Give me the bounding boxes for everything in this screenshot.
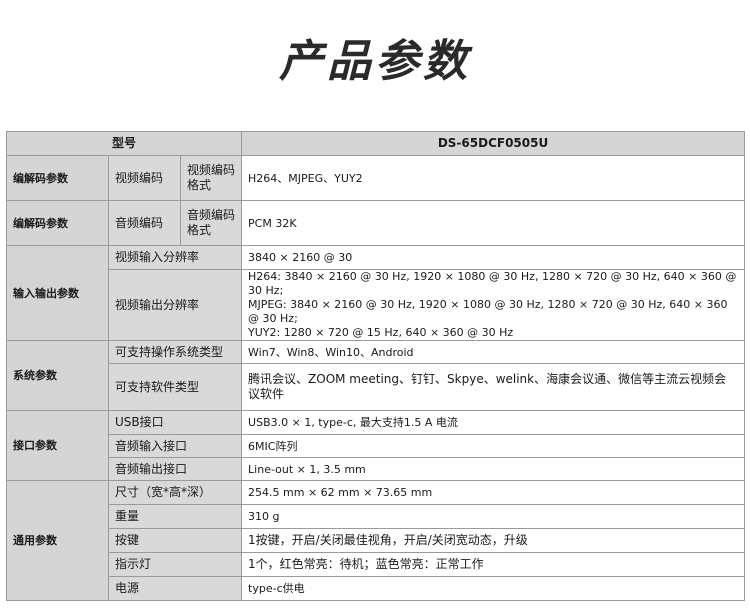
- param-value: 1按键，开启/关闭最佳视角，开启/关闭宽动态，升级: [241, 528, 746, 553]
- param-label: USB接口: [107, 410, 243, 435]
- category-label: 通用参数: [6, 480, 109, 601]
- param-label: 重量: [107, 504, 243, 529]
- table-row: 指示灯 1个，红色常亮：待机；蓝色常亮：正常工作: [7, 552, 746, 577]
- param-value: 254.5 mm × 62 mm × 73.65 mm: [241, 480, 746, 505]
- table-row: 重量 310 g: [7, 504, 746, 529]
- model-number: DS-65DCF0505U: [241, 131, 746, 156]
- page-title: 产品参数: [279, 36, 471, 87]
- param-label: 可支持软件类型: [107, 363, 243, 411]
- table-row: 音频输入接口 6MIC阵列: [7, 434, 746, 458]
- param-value: 腾讯会议、ZOOM meeting、钉钉、Skpye、welink、海康会议通、…: [241, 363, 746, 411]
- param-value: Win7、Win8、Win10、Android: [241, 340, 746, 364]
- param-label: 按键: [107, 528, 243, 553]
- table-row: 按键 1按键，开启/关闭最佳视角，开启/关闭宽动态，升级: [7, 528, 746, 553]
- table-row: 视频输出分辨率 H264: 3840 × 2160 @ 30 Hz, 1920 …: [7, 269, 746, 341]
- param-value: 3840 × 2160 @ 30: [241, 245, 746, 270]
- param-value: H264、MJPEG、YUY2: [241, 155, 746, 201]
- table-row: 通用参数 尺寸（宽*高*深） 254.5 mm × 62 mm × 73.65 …: [6, 480, 746, 601]
- param-label: 音频编码: [108, 200, 181, 246]
- table-row: 编解码参数 音频编码 音频编码格式 PCM 32K: [6, 200, 746, 246]
- output-line: MJPEG: 3840 × 2160 @ 30 Hz, 1920 × 1080 …: [248, 298, 728, 325]
- param-value: USB3.0 × 1, type-c, 最大支持1.5 A 电流: [241, 410, 746, 435]
- table-row: 输入输出参数 视频输入分辨率 3840 × 2160 @ 30: [6, 245, 746, 341]
- param-value: 1个，红色常亮：待机；蓝色常亮：正常工作: [241, 552, 746, 577]
- param-label: 音频输入接口: [107, 434, 243, 458]
- param-label: 音频编码格式: [179, 200, 243, 246]
- param-value: Line-out × 1, 3.5 mm: [241, 457, 746, 481]
- output-line: YUY2: 1280 × 720 @ 15 Hz, 640 × 360 @ 30…: [248, 326, 514, 339]
- table-row: 接口参数 USB接口 USB3.0 × 1, type-c, 最大支持1.5 A…: [6, 410, 746, 481]
- param-label: 尺寸（宽*高*深）: [107, 480, 243, 505]
- param-value: 6MIC阵列: [241, 434, 746, 458]
- category-label: 编解码参数: [6, 200, 109, 246]
- param-label: 视频编码: [108, 155, 181, 201]
- param-label: 视频编码格式: [179, 155, 243, 201]
- category-label: 编解码参数: [6, 155, 109, 201]
- param-value: 310 g: [241, 504, 746, 529]
- model-header-label: 型号: [5, 131, 243, 156]
- param-label: 视频输入分辨率: [107, 245, 243, 270]
- param-value: PCM 32K: [241, 200, 746, 246]
- table-row: 系统参数 可支持操作系统类型 Win7、Win8、Win10、Android: [6, 340, 746, 411]
- spec-table: 型号 DS-65DCF0505U 编解码参数 视频编码 视频编码格式 H264、…: [5, 131, 746, 601]
- table-row: 编解码参数 视频编码 视频编码格式 H264、MJPEG、YUY2: [6, 155, 746, 201]
- table-row: 型号 DS-65DCF0505U: [5, 131, 746, 156]
- param-value: type-c供电: [241, 576, 746, 601]
- table-row: 可支持软件类型 腾讯会议、ZOOM meeting、钉钉、Skpye、welin…: [7, 363, 746, 411]
- param-label: 电源: [107, 576, 243, 601]
- param-label: 可支持操作系统类型: [107, 340, 243, 364]
- param-label: 音频输出接口: [107, 457, 243, 481]
- output-line: H264: 3840 × 2160 @ 30 Hz, 1920 × 1080 @…: [248, 270, 737, 297]
- category-label: 输入输出参数: [6, 245, 109, 341]
- param-value: H264: 3840 × 2160 @ 30 Hz, 1920 × 1080 @…: [241, 269, 746, 341]
- table-row: 音频输出接口 Line-out × 1, 3.5 mm: [7, 457, 746, 481]
- table-row: 电源 type-c供电: [7, 576, 746, 601]
- category-label: 接口参数: [6, 410, 109, 481]
- param-label: 指示灯: [107, 552, 243, 577]
- category-label: 系统参数: [6, 340, 109, 411]
- param-label: 视频输出分辨率: [107, 269, 243, 341]
